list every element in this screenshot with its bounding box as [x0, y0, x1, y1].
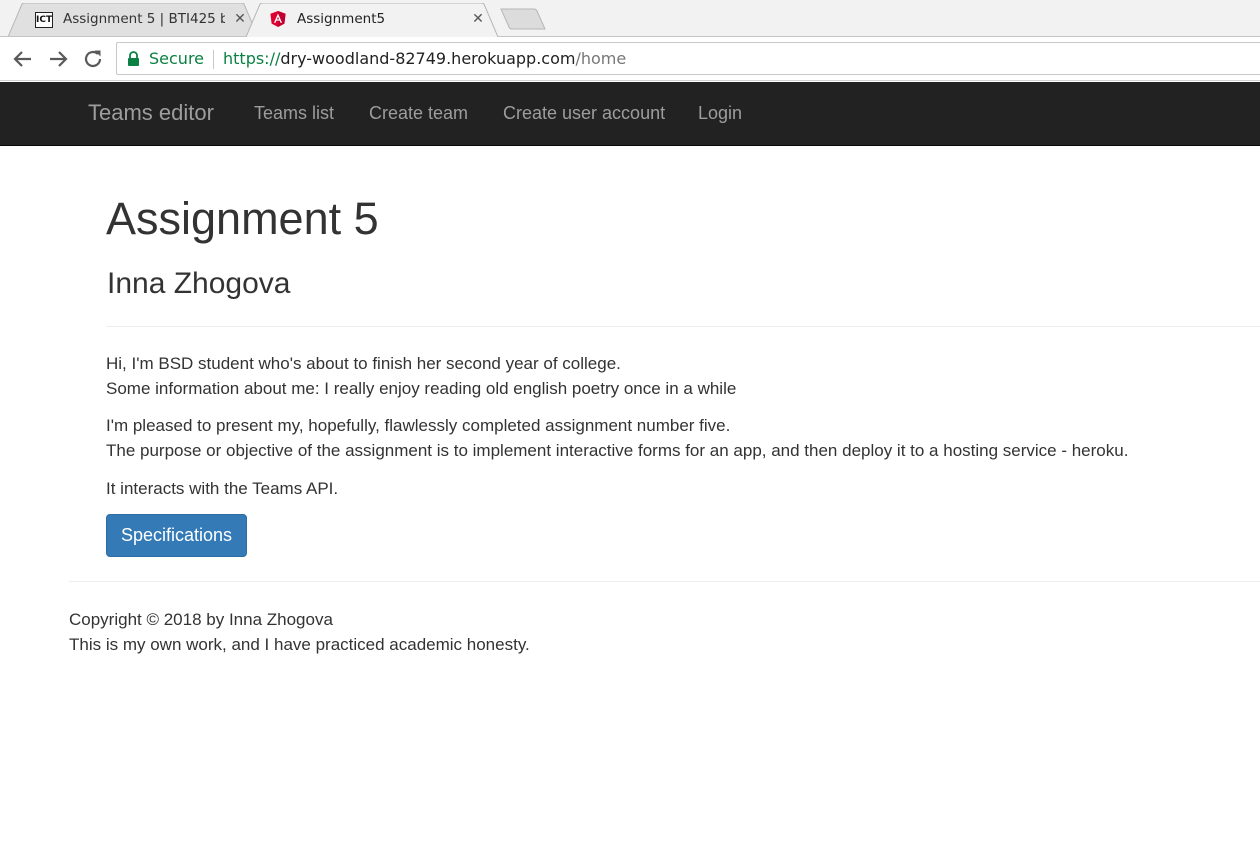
- url-host: dry-woodland-82749.herokuapp.com: [280, 49, 576, 68]
- forward-arrow-icon[interactable]: [46, 47, 70, 71]
- nav-link-login[interactable]: Login: [698, 103, 742, 124]
- address-bar[interactable]: Secure https://dry-woodland-82749.heroku…: [116, 42, 1260, 75]
- copyright-text: Copyright © 2018 by Inna Zhogova: [69, 610, 333, 629]
- paragraph-line: Hi, I'm BSD student who's about to finis…: [106, 354, 621, 373]
- api-paragraph: It interacts with the Teams API.: [106, 476, 338, 501]
- specifications-button[interactable]: Specifications: [106, 514, 247, 557]
- page-subtitle: Inna Zhogova: [107, 267, 291, 300]
- intro-paragraph: Hi, I'm BSD student who's about to finis…: [106, 351, 736, 401]
- secure-label: Secure: [149, 49, 205, 68]
- site-navbar: Teams editor Teams list Create team Crea…: [0, 82, 1260, 146]
- reload-icon[interactable]: [81, 47, 105, 71]
- nav-link-create-user-account[interactable]: Create user account: [503, 103, 665, 124]
- url-scheme: https://: [223, 49, 281, 68]
- tab-title: Assignment5: [297, 11, 386, 27]
- paragraph-line: I'm pleased to present my, hopefully, fl…: [106, 416, 731, 435]
- header-divider: [106, 326, 1260, 327]
- url-text[interactable]: https://dry-woodland-82749.herokuapp.com…: [223, 49, 626, 68]
- ict-icon-text: ICT: [36, 15, 53, 25]
- url-path: /home: [575, 49, 627, 68]
- browser-tab-ict[interactable]: ICT Assignment 5 | BTI425 by ✕: [8, 3, 258, 37]
- angular-icon: [270, 11, 286, 27]
- footer-divider: [69, 581, 1260, 582]
- nav-link-teams-list[interactable]: Teams list: [254, 103, 334, 124]
- paragraph-line: It interacts with the Teams API.: [106, 479, 339, 498]
- omnibox-separator: [213, 50, 214, 69]
- paragraph-line: The purpose or objective of the assignme…: [106, 441, 1129, 460]
- footer: Copyright © 2018 by Inna Zhogova This is…: [69, 607, 530, 657]
- paragraph-line: Some information about me: I really enjo…: [106, 379, 737, 398]
- browser-toolbar: Secure https://dry-woodland-82749.heroku…: [0, 37, 1260, 81]
- nav-link-create-team[interactable]: Create team: [369, 103, 468, 124]
- new-tab-button[interactable]: [500, 8, 546, 30]
- back-arrow-icon[interactable]: [11, 47, 35, 71]
- page-title: Assignment 5: [106, 193, 379, 244]
- purpose-paragraph: I'm pleased to present my, hopefully, fl…: [106, 413, 1128, 463]
- browser-tab-active[interactable]: Assignment5 ✕: [246, 3, 498, 38]
- navbar-brand[interactable]: Teams editor: [88, 100, 214, 126]
- lock-icon: [128, 51, 139, 66]
- browser-tab-strip: ICT Assignment 5 | BTI425 by ✕ Assignmen…: [0, 0, 1260, 38]
- ict-icon: ICT: [35, 12, 53, 28]
- tab-title: Assignment 5 | BTI425 by: [63, 11, 225, 27]
- tab-close-icon[interactable]: ✕: [470, 10, 486, 27]
- page-header: Assignment 5 Inna Zhogova: [106, 192, 379, 300]
- honesty-statement: This is my own work, and I have practice…: [69, 635, 530, 654]
